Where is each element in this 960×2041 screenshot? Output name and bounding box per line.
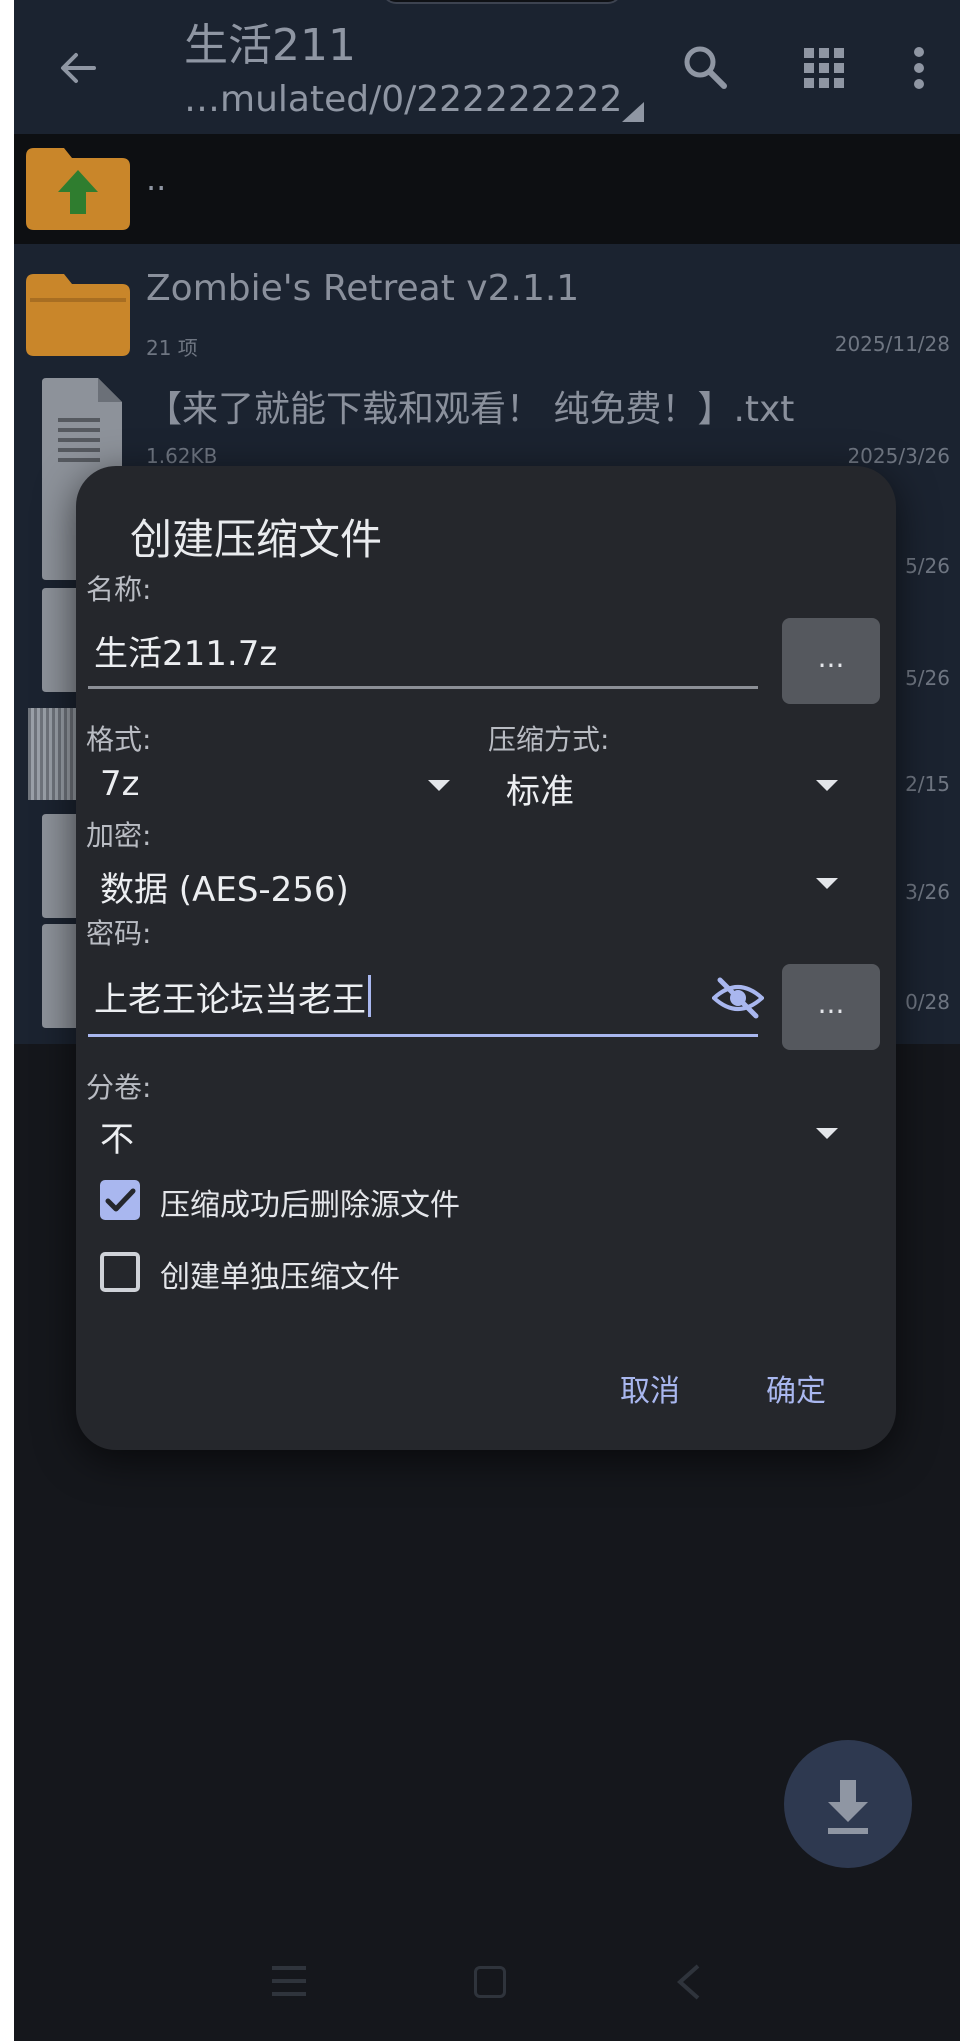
path-dropdown-icon[interactable]: [622, 102, 644, 122]
password-value: 上老王论坛当老王: [94, 980, 366, 1020]
method-select[interactable]: 标准: [506, 764, 574, 813]
back-arrow-icon[interactable]: [54, 44, 102, 92]
search-icon[interactable]: [682, 44, 728, 90]
folder-title: 生活211: [184, 20, 356, 71]
password-underline: [88, 1034, 758, 1037]
browse-password-button[interactable]: ...: [782, 964, 880, 1050]
method-dropdown-icon[interactable]: [816, 780, 838, 791]
encryption-select[interactable]: 数据 (AES-256): [100, 862, 349, 911]
separate-archive-label[interactable]: 创建单独压缩文件: [160, 1252, 400, 1296]
visibility-off-icon[interactable]: [712, 976, 764, 1020]
split-label: 分卷:: [86, 1071, 152, 1104]
item-date: 0/28: [905, 990, 950, 1014]
name-underline: [88, 686, 758, 689]
format-select[interactable]: 7z: [100, 764, 139, 804]
cancel-button[interactable]: 取消: [620, 1366, 680, 1410]
check-icon: [105, 1188, 136, 1212]
item-date: 2/15: [905, 772, 950, 796]
grid-view-icon[interactable]: [804, 48, 844, 88]
encryption-dropdown-icon[interactable]: [816, 878, 838, 889]
item-name: Zombie's Retreat v2.1.1: [146, 268, 580, 309]
item-name: 【来了就能下载和观看！ 纯免费！】.txt: [146, 389, 795, 430]
password-input[interactable]: 上老王论坛当老王: [94, 972, 371, 1021]
text-cursor: [368, 975, 371, 1017]
extract-fab[interactable]: [784, 1740, 912, 1868]
camera-notch: [382, 0, 622, 4]
item-date: 5/26: [905, 554, 950, 578]
item-date: 2025/3/26: [847, 444, 950, 468]
encryption-label: 加密:: [86, 819, 152, 852]
format-dropdown-icon[interactable]: [428, 780, 450, 791]
list-item[interactable]: Zombie's Retreat v2.1.1 21 项 2025/11/28: [14, 256, 960, 368]
separate-archive-checkbox[interactable]: [100, 1252, 140, 1292]
browse-name-button[interactable]: ...: [782, 618, 880, 704]
item-meta: 1.62KB: [146, 444, 218, 468]
split-select[interactable]: 不: [100, 1112, 134, 1161]
more-vert-icon[interactable]: [912, 46, 926, 90]
list-item[interactable]: 【来了就能下载和观看！ 纯免费！】.txt 1.62KB 2025/3/26: [14, 368, 960, 482]
app-bar: 生活211 …mulated/0/222222222: [14, 0, 960, 134]
item-date: 5/26: [905, 666, 950, 690]
name-label: 名称:: [86, 573, 152, 606]
download-icon: [828, 1780, 868, 1834]
method-label: 压缩方式:: [488, 723, 610, 756]
split-dropdown-icon[interactable]: [816, 1128, 838, 1139]
format-label: 格式:: [86, 723, 152, 756]
ok-button[interactable]: 确定: [766, 1366, 826, 1410]
create-archive-dialog: 创建压缩文件 名称: 生活211.7z ... 格式: 7z 压缩方式: 标准 …: [76, 466, 896, 1450]
delete-source-label[interactable]: 压缩成功后删除源文件: [160, 1180, 460, 1224]
item-date: 2025/11/28: [834, 332, 950, 356]
delete-source-checkbox[interactable]: [100, 1180, 140, 1220]
dialog-title: 创建压缩文件: [130, 515, 383, 564]
item-date: 3/26: [905, 880, 950, 904]
home-nav-icon[interactable]: [474, 1966, 506, 1998]
folder-path[interactable]: …mulated/0/222222222: [184, 78, 622, 122]
parent-directory-row[interactable]: ..: [14, 134, 960, 244]
folder-up-icon: [26, 148, 130, 230]
parent-directory-label: ..: [146, 160, 167, 198]
item-meta: 21 项: [146, 336, 198, 360]
archive-name-input[interactable]: 生活211.7z: [94, 626, 277, 675]
folder-icon: [26, 274, 130, 356]
password-label: 密码:: [86, 917, 152, 950]
recents-nav-icon[interactable]: [272, 1966, 306, 1996]
screen: 生活211 …mulated/0/222222222 .. Zombie's R…: [14, 0, 960, 2041]
back-nav-icon[interactable]: [674, 1964, 702, 2000]
